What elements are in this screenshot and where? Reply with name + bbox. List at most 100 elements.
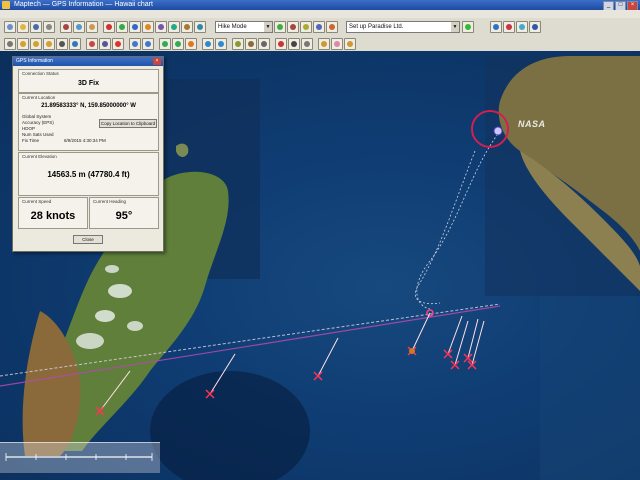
zoom-in-icon[interactable] [274,21,286,33]
pencil-icon[interactable] [318,38,330,50]
compass-icon[interactable] [503,21,515,33]
follow-icon[interactable] [185,38,197,50]
route-icon[interactable] [103,21,115,33]
current-heading-group: Current Heading 95° [89,197,159,229]
paste-icon[interactable] [86,21,98,33]
anchor-icon[interactable] [99,38,111,50]
drop-marker [450,360,460,370]
main-toolbar: Hike Mode ▼ Set up Paradise Ltd. ▼ [0,18,640,36]
boat-icon[interactable] [86,38,98,50]
help-icon[interactable] [215,38,227,50]
dialog-title: GPS Information × [13,57,163,66]
current-heading-value: 95° [115,210,133,222]
line-icon[interactable] [17,38,29,50]
course-up-icon[interactable] [172,38,184,50]
grid-icon[interactable] [258,38,270,50]
chart-icon[interactable] [181,21,193,33]
current-speed-value: 28 knots [30,210,76,222]
go-icon[interactable] [462,21,474,33]
ruler-icon[interactable] [344,38,356,50]
wind-vector [471,320,485,366]
circle-icon[interactable] [43,38,55,50]
current-speed-label: Current Speed [22,199,52,204]
connection-status-label: Connection Status [22,71,59,76]
polygon-icon[interactable] [30,38,42,50]
center-icon[interactable] [326,21,338,33]
drop-marker [443,349,453,359]
detail-global-system: Global System [22,114,52,119]
wind-vector [454,320,469,366]
window-title-bar: Maptech — GPS Information — Hawaii chart… [0,0,640,11]
cloud [76,333,104,349]
detail-fix-time: Fix Time [22,138,40,143]
zoom-out-icon[interactable] [287,21,299,33]
settings-icon[interactable] [301,38,313,50]
connection-status-group: Connection Status 3D Fix [18,69,159,93]
current-elevation-group: Current Elevation 14563.5 m (47780.4 ft) [18,152,159,196]
layers-icon[interactable] [194,21,206,33]
app-icon [2,1,10,9]
detail-num-sats: Num Sats Used [22,132,54,137]
target-marker [493,126,503,136]
track-icon[interactable] [129,21,141,33]
save-icon[interactable] [30,21,42,33]
pin-icon[interactable] [275,38,287,50]
copy-location-button[interactable]: Copy Location to Clipboard [99,119,157,128]
current-elevation-label: Current Elevation [22,154,57,159]
location-combo[interactable]: Set up Paradise Ltd. ▼ [346,21,460,33]
weather-icon[interactable] [516,21,528,33]
descent-track-2 [414,150,476,305]
new-icon[interactable] [4,21,16,33]
text-icon[interactable] [56,38,68,50]
close-icon[interactable]: × [153,58,161,65]
flag-icon[interactable] [112,38,124,50]
drop-marker-orange [409,348,415,354]
gps-information-dialog: GPS Information × Connection Status 3D F… [12,56,164,252]
measure-icon[interactable] [313,21,325,33]
chart-mode-value: Hike Mode [218,24,247,30]
current-heading-label: Current Heading [93,199,127,204]
close-button[interactable]: Close [73,235,103,244]
wind-vector [317,337,339,377]
mark-icon[interactable] [142,21,154,33]
nasa-watermark: NASA [518,119,546,129]
redo-icon[interactable] [142,38,154,50]
scale-bar [0,442,160,473]
current-location-value: 21.89583333° N, 159.85000000° W [41,103,136,109]
drop-marker [463,353,473,363]
copy-icon[interactable] [73,21,85,33]
cut-icon[interactable] [60,21,72,33]
eraser-icon[interactable] [331,38,343,50]
gps-icon[interactable] [168,21,180,33]
chevron-down-icon: ▼ [264,22,272,32]
camera-icon[interactable] [288,38,300,50]
current-elevation-value: 14563.5 m (47780.4 ft) [47,170,130,179]
north-up-icon[interactable] [159,38,171,50]
drawing-toolbar [0,35,640,52]
open-icon[interactable] [17,21,29,33]
satellite-icon[interactable] [232,38,244,50]
chart-tile [540,296,640,480]
pan-icon[interactable] [300,21,312,33]
cloud [127,321,143,331]
range-icon[interactable] [155,21,167,33]
terrain-icon[interactable] [245,38,257,50]
print-icon[interactable] [43,21,55,33]
cloud [95,310,115,322]
globe-icon[interactable] [490,21,502,33]
symbol-icon[interactable] [69,38,81,50]
undo-icon[interactable] [129,38,141,50]
tide-icon[interactable] [529,21,541,33]
waypoint-icon[interactable] [116,21,128,33]
menu-bar [0,10,640,18]
current-location-group: Current Location 21.89583333° N, 159.850… [18,93,159,151]
info-icon[interactable] [202,38,214,50]
detail-hdop: HDOP [22,126,36,131]
select-icon[interactable] [4,38,16,50]
current-location-label: Current Location [22,95,56,100]
connection-status-value: 3D Fix [77,80,99,87]
drop-marker [467,360,477,370]
fix-time-value: 8/9/2015 4:30:34 PM [64,138,106,143]
chart-mode-combo[interactable]: Hike Mode ▼ [215,21,273,33]
cloud [105,265,119,273]
